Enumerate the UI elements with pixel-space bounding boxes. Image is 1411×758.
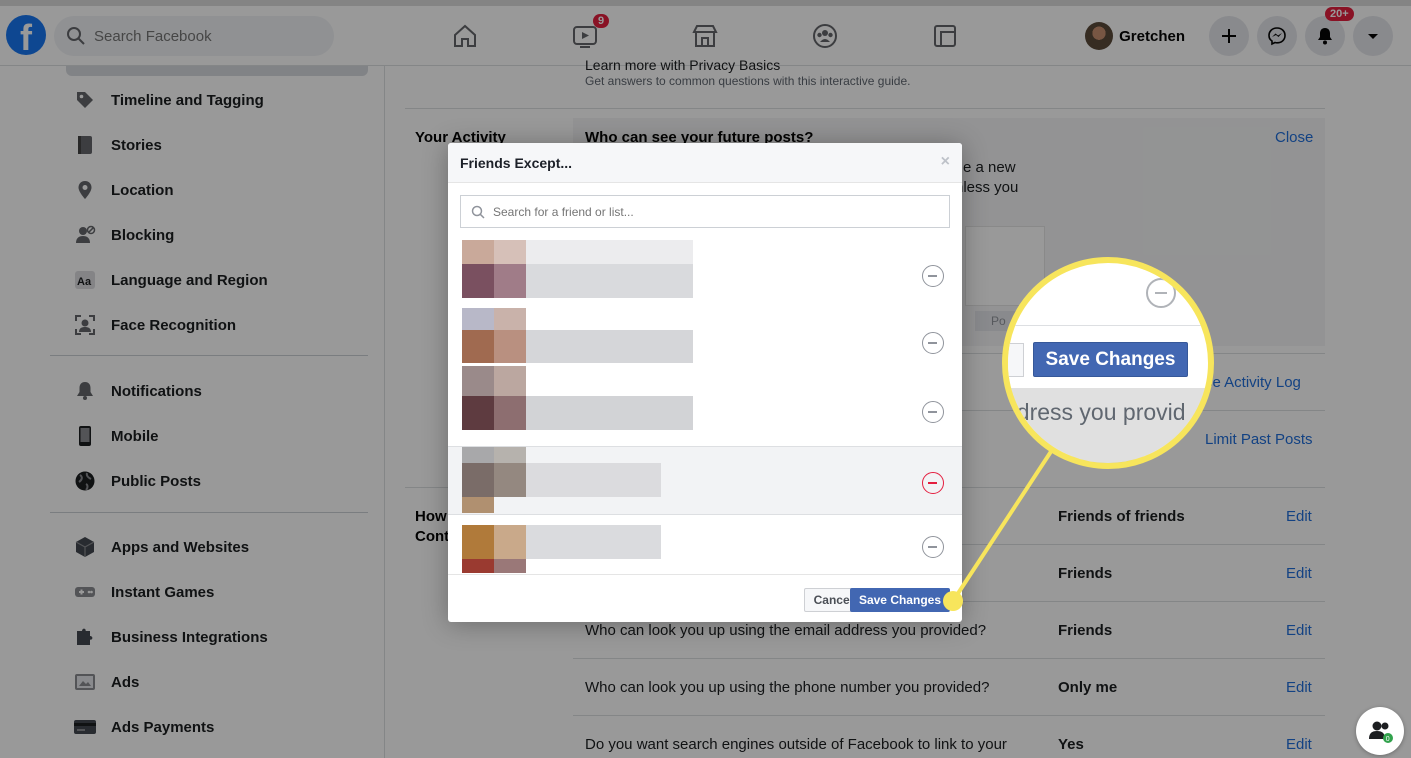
remove-friend-icon-zoomed — [1146, 278, 1176, 308]
callout-dot — [943, 591, 963, 611]
zoomed-text: ddress you provid — [1004, 399, 1186, 425]
contacts-count: 0 — [1386, 736, 1390, 743]
zoom-callout: Save Changes ddress you provid — [1002, 257, 1214, 469]
zoomed-divider — [1008, 325, 1208, 326]
people-icon: 0 — [1369, 721, 1393, 743]
callout-line — [951, 448, 1054, 603]
cancel-button-zoomed — [1008, 343, 1024, 377]
contacts-button[interactable]: 0 — [1356, 707, 1404, 755]
save-changes-button-zoomed: Save Changes — [1033, 342, 1188, 377]
